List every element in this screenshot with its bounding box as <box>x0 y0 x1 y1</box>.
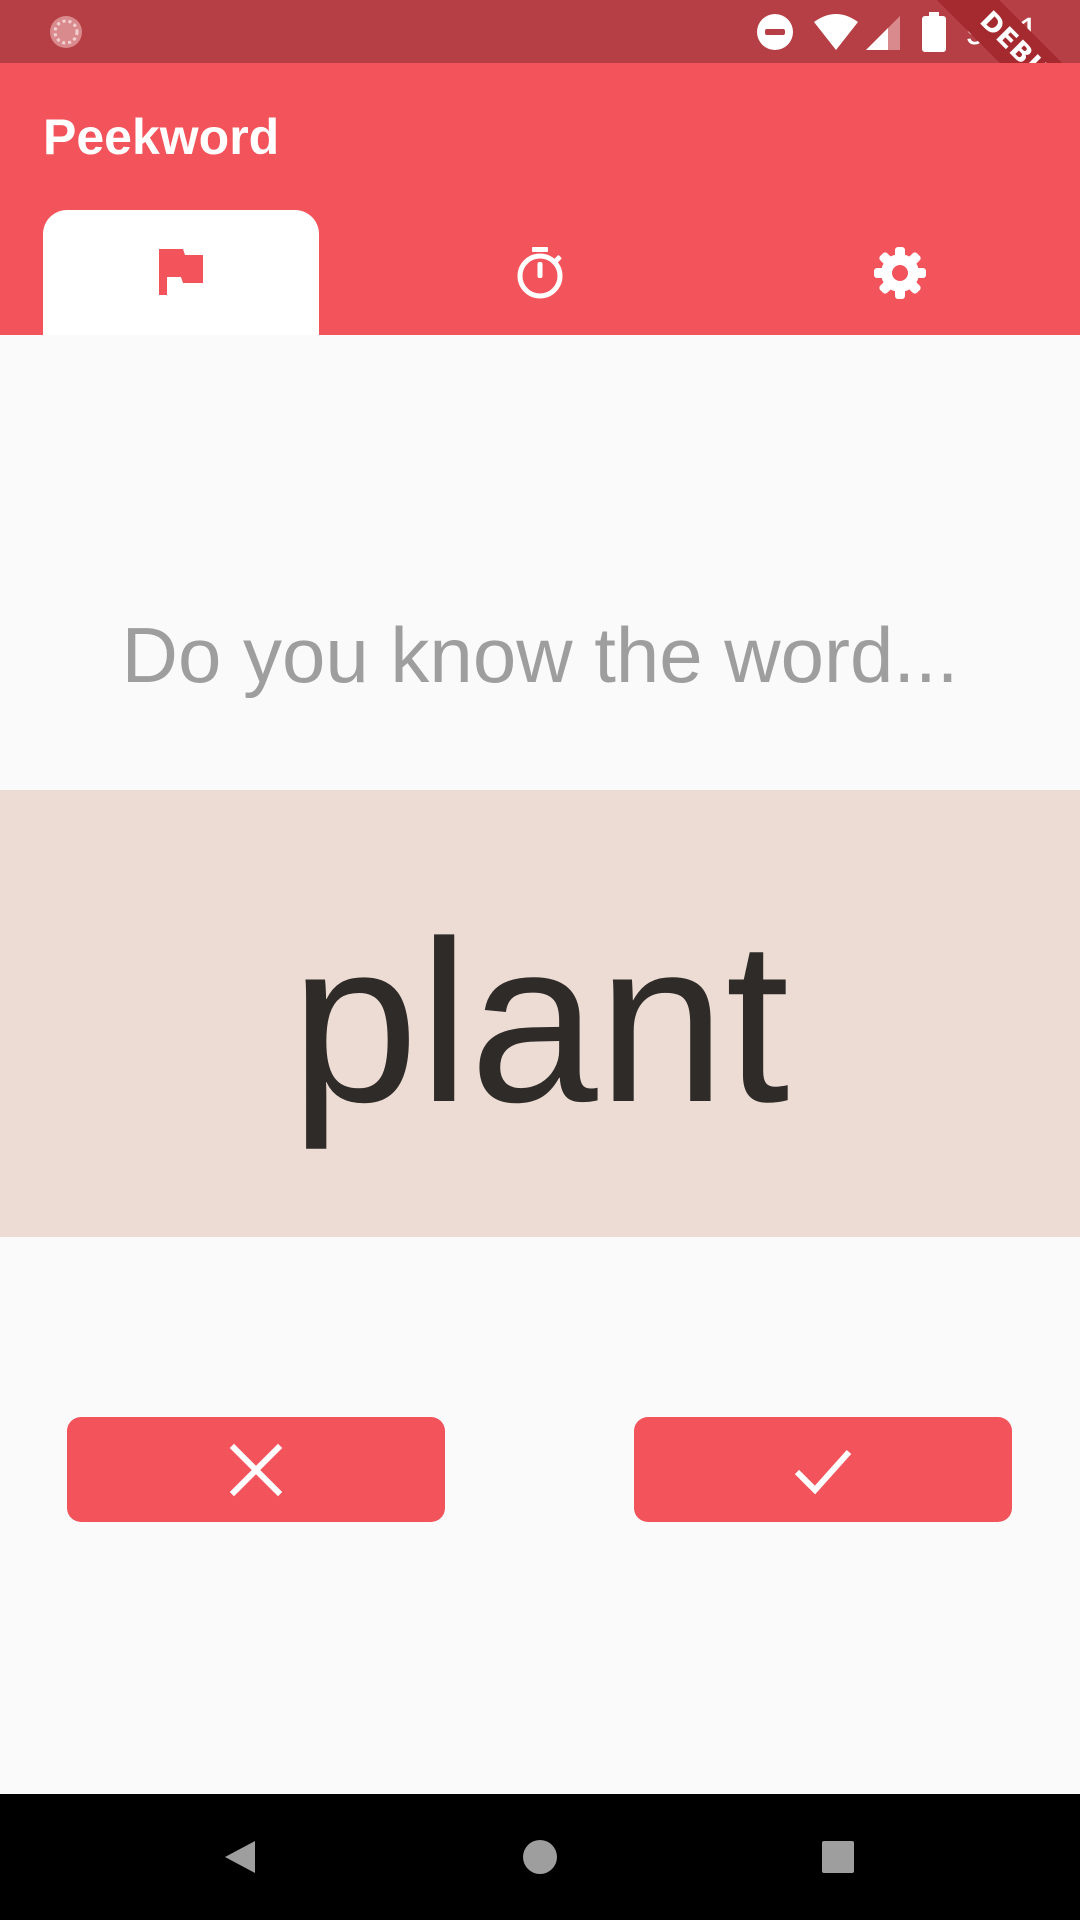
home-icon <box>523 1840 557 1874</box>
recents-icon <box>822 1841 854 1873</box>
app-bar: Peekword <box>0 63 1080 335</box>
back-icon <box>225 1841 255 1873</box>
flag-icon <box>159 248 203 295</box>
quiz-word: plant <box>290 892 790 1150</box>
close-icon <box>229 1443 283 1496</box>
wifi-icon <box>814 14 858 50</box>
dont-know-button[interactable] <box>67 1417 445 1522</box>
word-card: plant <box>0 790 1080 1237</box>
do-not-disturb-icon <box>757 14 793 50</box>
navigation-bar <box>0 1794 1080 1920</box>
status-time: 9:21 <box>965 11 1039 53</box>
tab-settings[interactable] <box>762 210 1038 335</box>
status-bar: 9:21 <box>0 0 1080 63</box>
nav-home-button[interactable] <box>510 1827 570 1887</box>
tab-quiz[interactable] <box>43 210 319 335</box>
nav-recents-button[interactable] <box>808 1827 868 1887</box>
know-button[interactable] <box>634 1417 1012 1522</box>
quiz-prompt: Do you know the word... <box>121 611 959 699</box>
tab-timer[interactable] <box>402 210 678 335</box>
timer-icon <box>517 246 563 298</box>
check-icon <box>794 1449 852 1494</box>
cell-signal-icon <box>866 16 900 50</box>
app-notification-icon <box>50 16 82 48</box>
app-title: Peekword <box>43 109 280 165</box>
battery-icon <box>922 12 946 52</box>
nav-back-button[interactable] <box>211 1827 271 1887</box>
settings-icon <box>874 246 926 299</box>
